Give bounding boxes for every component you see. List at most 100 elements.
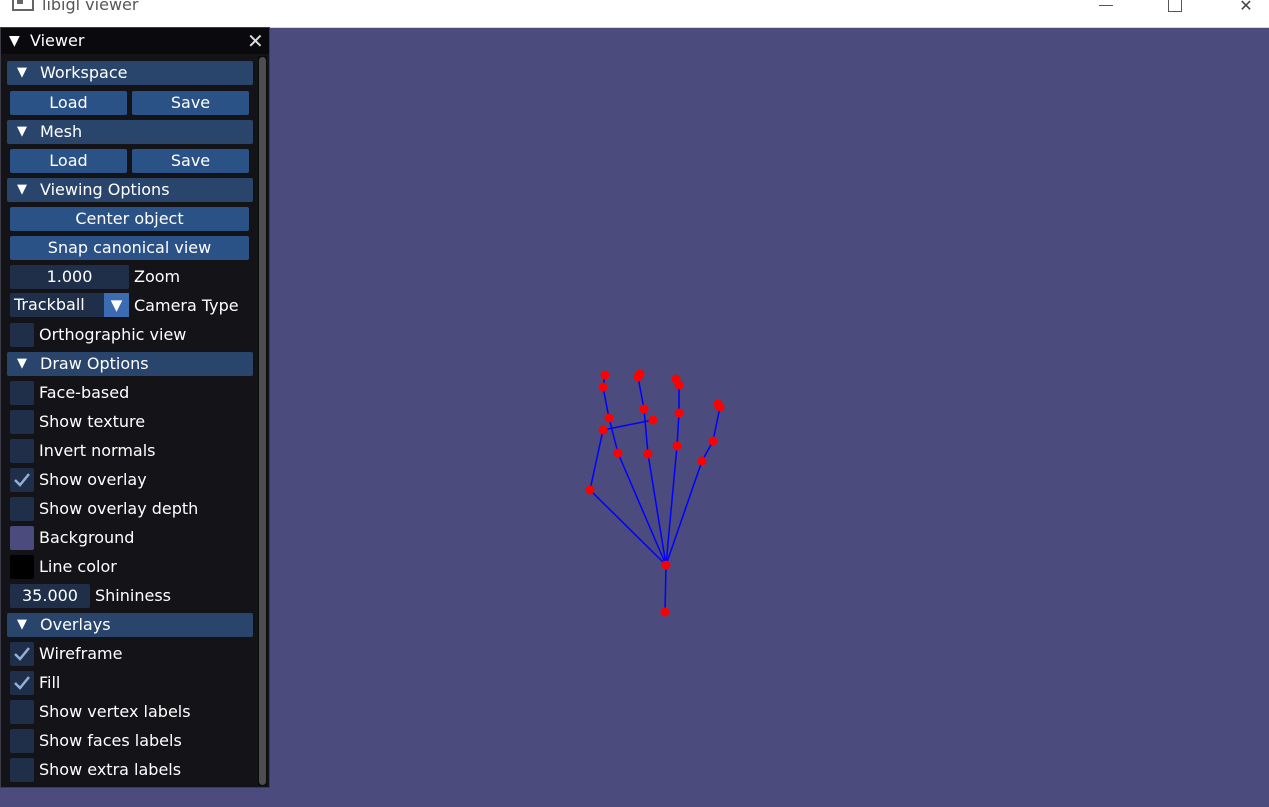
wireframe-label: Wireframe bbox=[39, 644, 123, 663]
skeleton-edge bbox=[643, 408, 649, 455]
skeleton-joint bbox=[598, 382, 608, 392]
collapse-arrow-icon[interactable]: ▼ bbox=[9, 33, 20, 49]
camera-type-select[interactable]: Trackball ▼ bbox=[10, 293, 129, 317]
skeleton-joint bbox=[672, 441, 682, 451]
mesh-load-button[interactable]: Load bbox=[10, 149, 127, 173]
fill-label: Fill bbox=[39, 673, 61, 692]
fill-checkbox[interactable] bbox=[10, 671, 34, 695]
show-faces-labels-checkbox[interactable] bbox=[10, 729, 34, 753]
skeleton-edge bbox=[602, 386, 610, 419]
minimize-icon bbox=[1099, 5, 1113, 6]
panel-scrollbar[interactable] bbox=[258, 56, 267, 786]
collapse-arrow-icon: ▼ bbox=[17, 65, 27, 80]
section-label: Mesh bbox=[40, 122, 83, 141]
section-label: Draw Options bbox=[40, 354, 149, 373]
skeleton-edge bbox=[608, 417, 619, 454]
app-icon bbox=[12, 0, 34, 11]
background-label: Background bbox=[39, 528, 135, 547]
skeleton-joint bbox=[604, 413, 614, 423]
section-viewing-options[interactable]: ▼ Viewing Options bbox=[7, 178, 253, 202]
skeleton-joint bbox=[635, 369, 645, 379]
workspace-load-button[interactable]: Load bbox=[10, 91, 127, 115]
collapse-arrow-icon: ▼ bbox=[17, 356, 27, 371]
maximize-icon bbox=[1168, 0, 1182, 12]
orthographic-view-checkbox[interactable] bbox=[10, 323, 34, 347]
viewport-canvas[interactable] bbox=[270, 27, 1269, 807]
section-label: Overlays bbox=[40, 615, 111, 634]
section-mesh[interactable]: ▼ Mesh bbox=[7, 120, 253, 144]
skeleton-joint bbox=[613, 448, 623, 458]
window-titlebar: libigl viewer ✕ bbox=[0, 0, 1269, 28]
show-extra-labels-checkbox[interactable] bbox=[10, 758, 34, 782]
show-overlay-label: Show overlay bbox=[39, 470, 147, 489]
line-color-swatch[interactable] bbox=[10, 555, 34, 579]
face-based-checkbox[interactable] bbox=[10, 381, 34, 405]
close-window-button[interactable]: ✕ bbox=[1223, 0, 1269, 18]
skeleton-edge bbox=[676, 412, 680, 447]
skeleton-edge bbox=[712, 406, 721, 442]
show-faces-labels-label: Show faces labels bbox=[39, 731, 182, 750]
panel-title: Viewer bbox=[30, 31, 85, 50]
camera-type-label: Camera Type bbox=[134, 296, 239, 315]
snap-canonical-view-button[interactable]: Snap canonical view bbox=[10, 236, 249, 260]
checkmark-icon bbox=[14, 473, 30, 487]
show-overlay-depth-label: Show overlay depth bbox=[39, 499, 199, 518]
show-vertex-labels-checkbox[interactable] bbox=[10, 700, 34, 724]
collapse-arrow-icon: ▼ bbox=[17, 124, 27, 139]
zoom-input[interactable]: 1.000 bbox=[10, 265, 129, 289]
viewer-panel: ▼ Viewer ✕ ▼ Workspace Load Save ▼ Mesh … bbox=[0, 27, 270, 788]
skeleton-joint bbox=[671, 374, 681, 384]
show-overlay-depth-checkbox[interactable] bbox=[10, 497, 34, 521]
invert-normals-checkbox[interactable] bbox=[10, 439, 34, 463]
workspace-save-button[interactable]: Save bbox=[132, 91, 249, 115]
center-object-button[interactable]: Center object bbox=[10, 207, 249, 231]
collapse-arrow-icon: ▼ bbox=[17, 182, 27, 197]
shininess-label: Shininess bbox=[95, 586, 171, 605]
skeleton-edge bbox=[664, 564, 667, 613]
skeleton-joint bbox=[585, 485, 595, 495]
skeleton-joint bbox=[643, 449, 653, 459]
show-extra-labels-label: Show extra labels bbox=[39, 760, 182, 779]
skeleton-edge bbox=[647, 453, 667, 566]
skeleton-joint bbox=[661, 560, 671, 570]
skeleton-joint bbox=[697, 456, 707, 466]
maximize-button[interactable] bbox=[1152, 0, 1198, 22]
panel-close-icon[interactable]: ✕ bbox=[247, 29, 264, 53]
show-overlay-checkbox[interactable] bbox=[10, 468, 34, 492]
skeleton-joint bbox=[598, 425, 608, 435]
orthographic-view-label: Orthographic view bbox=[39, 325, 187, 344]
section-draw-options[interactable]: ▼ Draw Options bbox=[7, 352, 253, 376]
section-overlays[interactable]: ▼ Overlays bbox=[7, 613, 253, 637]
show-vertex-labels-label: Show vertex labels bbox=[39, 702, 191, 721]
line-color-label: Line color bbox=[39, 557, 117, 576]
checkmark-icon bbox=[14, 676, 30, 690]
shininess-input[interactable]: 35.000 bbox=[10, 584, 90, 608]
skeleton-joint bbox=[648, 415, 658, 425]
scrollbar-thumb[interactable] bbox=[259, 57, 266, 785]
dropdown-arrow-icon[interactable]: ▼ bbox=[104, 293, 129, 317]
panel-header[interactable]: ▼ Viewer ✕ bbox=[1, 28, 269, 54]
camera-type-value: Trackball bbox=[14, 295, 85, 314]
skeleton-joint bbox=[660, 607, 670, 617]
show-texture-label: Show texture bbox=[39, 412, 146, 431]
mesh-save-button[interactable]: Save bbox=[132, 149, 249, 173]
zoom-label: Zoom bbox=[134, 267, 181, 286]
window-title: libigl viewer bbox=[42, 0, 139, 14]
hand-skeleton bbox=[589, 373, 721, 613]
skeleton-joint bbox=[674, 408, 684, 418]
close-icon: ✕ bbox=[1239, 0, 1253, 15]
skeleton-joint bbox=[708, 436, 718, 446]
invert-normals-label: Invert normals bbox=[39, 441, 156, 460]
minimize-button[interactable] bbox=[1083, 0, 1129, 22]
collapse-arrow-icon: ▼ bbox=[17, 617, 27, 632]
skeleton-edge bbox=[637, 376, 645, 410]
skeleton-joint bbox=[713, 399, 723, 409]
face-based-label: Face-based bbox=[39, 383, 130, 402]
section-workspace[interactable]: ▼ Workspace bbox=[7, 61, 253, 85]
background-color-swatch[interactable] bbox=[10, 526, 34, 550]
show-texture-checkbox[interactable] bbox=[10, 410, 34, 434]
section-label: Viewing Options bbox=[40, 180, 170, 199]
skeleton-edge bbox=[589, 489, 667, 566]
wireframe-checkbox[interactable] bbox=[10, 642, 34, 666]
skeleton-edge bbox=[617, 452, 667, 566]
